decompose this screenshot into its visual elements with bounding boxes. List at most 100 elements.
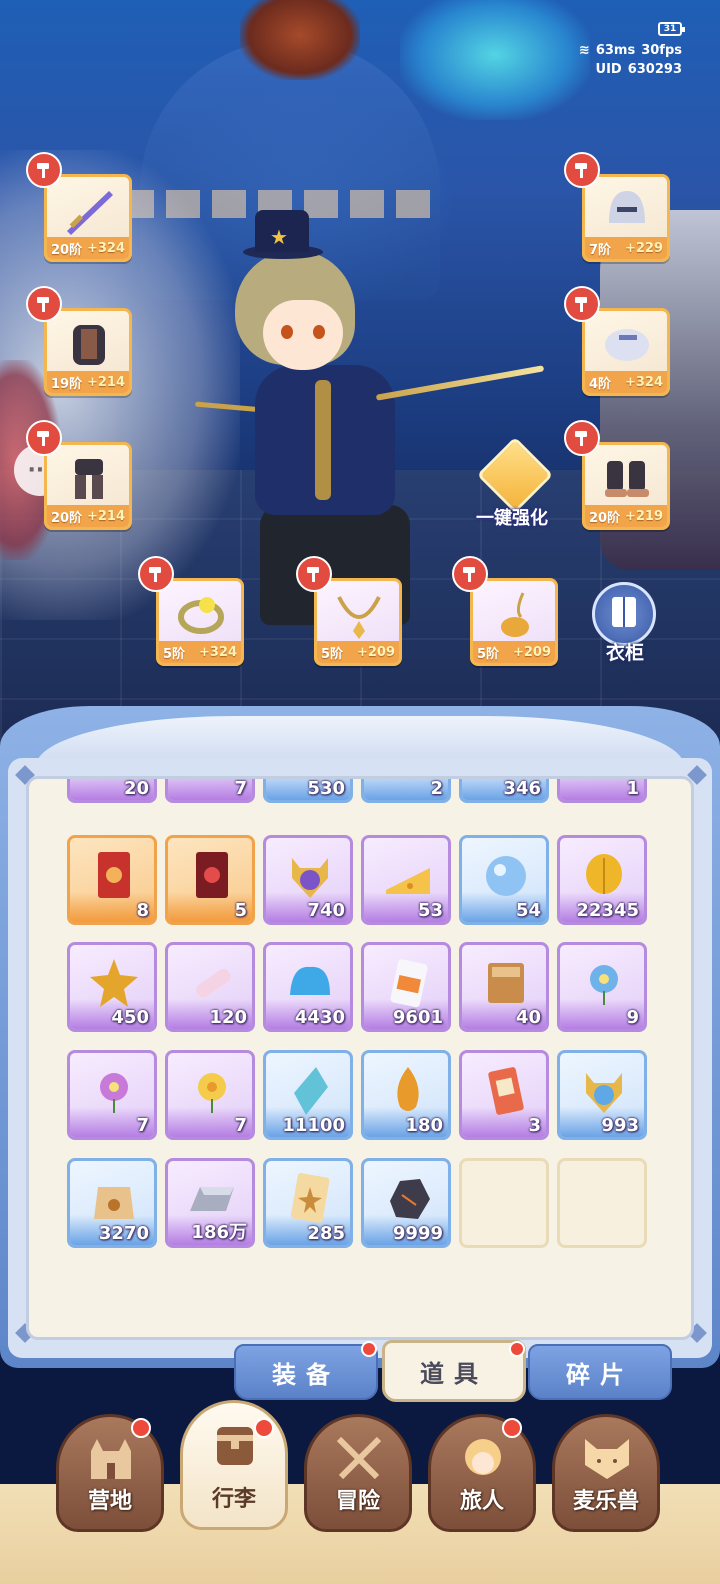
item-quantity: 9999 xyxy=(392,1223,443,1244)
inventory-item[interactable]: 54 xyxy=(459,835,549,925)
tab-items[interactable]: 道具 xyxy=(382,1340,526,1402)
tab-label: 碎片 xyxy=(566,1360,634,1389)
inventory-item[interactable]: 285 xyxy=(263,1158,353,1248)
equip-slot-legs[interactable]: 20阶 +214 xyxy=(26,420,132,530)
item-quantity: 11100 xyxy=(282,1115,345,1136)
equip-slot-weapon[interactable]: 20阶 +324 xyxy=(26,152,132,262)
equip-slot-ring[interactable]: 5阶 +324 xyxy=(138,556,244,666)
inventory-item[interactable]: 9601 xyxy=(361,942,451,1032)
hammer-icon[interactable] xyxy=(26,152,62,188)
necklace-icon xyxy=(337,596,381,639)
one-click-enhance-button[interactable]: 一键强化 xyxy=(466,436,558,530)
item-quantity: 3 xyxy=(528,1115,541,1136)
tab-equipment[interactable]: 装备 xyxy=(234,1344,378,1400)
equip-footer: 4阶 +324 xyxy=(585,371,667,393)
hammer-icon[interactable] xyxy=(564,286,600,322)
equip-tier: 5阶 xyxy=(321,646,344,662)
inventory-item[interactable]: 3 xyxy=(459,1050,549,1140)
inventory-item[interactable]: 530 xyxy=(263,779,353,803)
inventory-item[interactable]: 20 xyxy=(67,779,157,803)
book-icon xyxy=(488,963,524,1003)
item-quantity: 7 xyxy=(136,1115,149,1136)
notification-badge xyxy=(509,1341,525,1357)
inventory-item[interactable]: 2 xyxy=(361,779,451,803)
item-quantity: 993 xyxy=(601,1115,639,1136)
inventory-item[interactable]: 4430 xyxy=(263,942,353,1032)
equip-footer: 5阶 +209 xyxy=(473,641,555,663)
inventory-item[interactable]: 993 xyxy=(557,1050,647,1140)
inventory-item[interactable]: 120 xyxy=(165,942,255,1032)
inventory-item[interactable]: 8 xyxy=(67,835,157,925)
inventory-item[interactable]: 1 xyxy=(557,778,647,803)
equip-bonus: +219 xyxy=(624,508,663,524)
inventory-item[interactable]: 53 xyxy=(361,835,451,925)
blue-flower-icon xyxy=(590,965,618,1005)
ore-icon xyxy=(390,1179,430,1219)
nav-pets[interactable]: 麦乐兽 xyxy=(552,1414,660,1532)
hammer-icon[interactable] xyxy=(26,286,62,322)
inventory-item[interactable]: 9999 xyxy=(361,1158,451,1248)
inventory-item[interactable]: 7 xyxy=(165,779,255,803)
equip-slot-helmet[interactable]: 7阶 +229 xyxy=(564,152,670,262)
snack-bag-icon xyxy=(390,959,428,1008)
coat-trim xyxy=(315,380,331,500)
item-quantity: 450 xyxy=(111,1007,149,1028)
inventory-item[interactable]: 7 xyxy=(67,1050,157,1140)
empty-slot xyxy=(557,1158,647,1248)
equip-slot-chest[interactable]: 19阶 +214 xyxy=(26,286,132,396)
status-hud: 31 ≋ 63ms 30fps UID 630293 xyxy=(552,22,685,78)
inventory-item[interactable]: 3270 xyxy=(67,1158,157,1248)
nav-bag[interactable]: 行李 xyxy=(180,1400,288,1530)
chest-armor-icon xyxy=(73,325,105,365)
equip-slot-amulet[interactable]: 5阶 +209 xyxy=(452,556,558,666)
dark-red-card-icon xyxy=(196,852,228,898)
uid-label: UID xyxy=(595,62,622,77)
hammer-icon[interactable] xyxy=(26,420,62,456)
inventory-grid-area[interactable]: 20 7 530 2 346 1 8 5 740 53 54 22345 450… xyxy=(26,776,694,1340)
hammer-icon[interactable] xyxy=(452,556,488,592)
equip-slot-boots[interactable]: 20阶 +219 xyxy=(564,420,670,530)
tab-label: 装备 xyxy=(272,1360,340,1389)
equip-footer: 20阶 +219 xyxy=(585,505,667,527)
equip-frame: 4阶 +324 xyxy=(582,308,670,396)
crystal-shard-icon xyxy=(294,1067,328,1115)
inventory-item[interactable]: 186万 xyxy=(165,1158,255,1248)
pink-flower-icon xyxy=(100,1073,128,1113)
hammer-icon[interactable] xyxy=(296,556,332,592)
item-quantity: 1 xyxy=(626,778,639,799)
equip-bonus: +209 xyxy=(512,644,551,660)
equip-slot-necklace[interactable]: 5阶 +209 xyxy=(296,556,402,666)
hammer-icon[interactable] xyxy=(138,556,174,592)
wardrobe-icon xyxy=(592,582,656,646)
item-quantity: 4430 xyxy=(294,1007,345,1028)
inventory-item[interactable]: 180 xyxy=(361,1050,451,1140)
equip-footer: 20阶 +324 xyxy=(47,237,129,259)
tab-fragments[interactable]: 碎片 xyxy=(528,1344,672,1400)
hammer-icon[interactable] xyxy=(564,420,600,456)
equip-footer: 5阶 +324 xyxy=(159,641,241,663)
nav-adventure[interactable]: 冒险 xyxy=(304,1414,412,1532)
item-quantity: 8 xyxy=(136,900,149,921)
amulet-icon xyxy=(501,592,529,637)
inventory-item[interactable]: 450 xyxy=(67,942,157,1032)
inventory-item[interactable]: 9 xyxy=(557,942,647,1032)
inventory-item[interactable]: 40 xyxy=(459,942,549,1032)
inventory-item[interactable]: 7 xyxy=(165,1050,255,1140)
inventory-item[interactable]: 740 xyxy=(263,835,353,925)
equip-slot-gloves[interactable]: 4阶 +324 xyxy=(564,286,670,396)
equip-frame: 5阶 +209 xyxy=(314,578,402,666)
item-quantity: 180 xyxy=(405,1115,443,1136)
item-quantity: 7 xyxy=(234,1115,247,1136)
equip-frame: 20阶 +219 xyxy=(582,442,670,530)
game-scene: ★ 31 ≋ 63ms 30fps UID 630293 ··· 20阶 +32… xyxy=(0,0,720,760)
notification-badge xyxy=(254,1418,274,1438)
inventory-item[interactable]: 346 xyxy=(459,779,549,803)
item-quantity: 53 xyxy=(417,900,443,921)
item-quantity: 120 xyxy=(209,1007,247,1028)
hammer-icon[interactable] xyxy=(564,152,600,188)
wardrobe-button[interactable]: 衣柜 xyxy=(588,582,662,666)
inventory-item[interactable]: 5 xyxy=(165,835,255,925)
inventory-item[interactable]: 22345 xyxy=(557,835,647,925)
notification-badge xyxy=(131,1418,151,1438)
inventory-item[interactable]: 11100 xyxy=(263,1050,353,1140)
